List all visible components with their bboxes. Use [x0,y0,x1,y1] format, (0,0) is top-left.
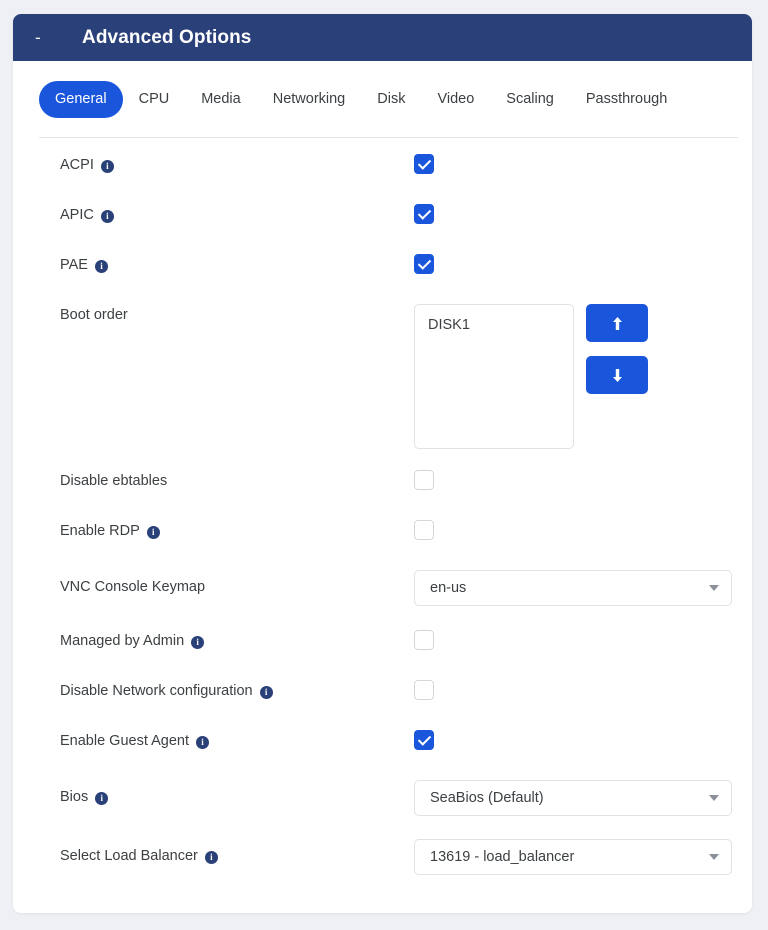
row-disable-ebtables: Disable ebtables [13,470,752,520]
chevron-down-icon [709,795,719,801]
row-disable-network-configuration: Disable Network configuration i [13,680,752,730]
tab-scaling[interactable]: Scaling [490,81,570,118]
enable-rdp-label-group: Enable RDP i [60,520,414,540]
tab-passthrough[interactable]: Passthrough [570,81,683,118]
advanced-options-card: - Advanced Options General CPU Media Net… [13,14,752,913]
card-header: - Advanced Options [13,14,752,61]
pae-label: PAE [60,257,88,273]
move-up-button[interactable] [586,304,648,342]
arrow-up-icon [612,316,622,330]
info-icon[interactable]: i [204,851,218,865]
info-icon[interactable]: i [100,160,114,174]
boot-order-field: DISK1 [414,304,752,449]
row-enable-guest-agent: Enable Guest Agent i [13,730,752,780]
acpi-label: ACPI [60,157,94,173]
boot-order-label: Boot order [60,307,128,323]
arrow-down-icon [612,368,622,382]
acpi-label-group: ACPI i [60,154,414,174]
info-icon[interactable]: i [259,686,273,700]
disable-network-configuration-field [414,680,752,700]
disable-ebtables-label: Disable ebtables [60,473,168,489]
pae-field [414,254,752,274]
row-acpi: ACPI i [13,154,752,204]
vnc-console-keymap-select[interactable]: en-us [414,570,732,606]
general-settings-form: ACPI i APIC i PAE i Boot order DISK1 Dis… [13,154,752,898]
enable-rdp-label: Enable RDP [60,523,140,539]
enable-guest-agent-checkbox[interactable] [414,730,434,750]
apic-checkbox[interactable] [414,204,434,224]
tab-video[interactable]: Video [421,81,490,118]
collapse-toggle-icon[interactable]: - [35,29,63,46]
boot-order-controls [586,304,648,394]
bios-label-group: Bios i [60,780,414,806]
select-load-balancer-label: Select Load Balancer [60,848,198,864]
info-icon[interactable]: i [191,636,205,650]
managed-by-admin-label: Managed by Admin [60,633,185,649]
bios-select[interactable]: SeaBios (Default) [414,780,732,816]
info-icon[interactable]: i [196,736,209,750]
bios-value: SeaBios (Default) [430,790,544,806]
enable-guest-agent-field [414,730,752,750]
tab-networking[interactable]: Networking [257,81,362,118]
disable-ebtables-field [414,470,752,490]
tabs-divider [39,137,738,138]
tab-disk[interactable]: Disk [361,81,421,118]
tabs-container: General CPU Media Networking Disk Video … [13,61,752,138]
page-title: Advanced Options [82,26,252,48]
row-managed-by-admin: Managed by Admin i [13,630,752,680]
row-boot-order: Boot order DISK1 [13,304,752,470]
apic-label: APIC [60,207,94,223]
tab-media[interactable]: Media [185,81,257,118]
vnc-console-keymap-field: en-us [414,570,752,606]
managed-by-admin-label-group: Managed by Admin i [60,630,414,650]
chevron-down-icon [709,854,719,860]
disable-network-configuration-checkbox[interactable] [414,680,434,700]
bios-label: Bios [60,789,89,805]
enable-rdp-field [414,520,752,540]
enable-rdp-checkbox[interactable] [414,520,434,540]
managed-by-admin-checkbox[interactable] [414,630,434,650]
row-vnc-console-keymap: VNC Console Keymap en-us [13,570,752,630]
vnc-console-keymap-label: VNC Console Keymap [60,579,206,595]
acpi-checkbox[interactable] [414,154,434,174]
acpi-field [414,154,752,174]
select-load-balancer-label-group: Select Load Balancer i [60,839,414,865]
row-select-load-balancer: Select Load Balancer i 13619 - load_bala… [13,839,752,898]
tab-general[interactable]: General [39,81,123,118]
info-icon[interactable]: i [95,792,109,806]
disable-network-configuration-label-group: Disable Network configuration i [60,680,414,700]
enable-guest-agent-label: Enable Guest Agent [60,733,189,749]
boot-order-listbox[interactable]: DISK1 [414,304,574,449]
select-load-balancer-select[interactable]: 13619 - load_balancer [414,839,732,875]
select-load-balancer-field: 13619 - load_balancer [414,839,752,875]
info-icon[interactable]: i [100,210,114,224]
list-item[interactable]: DISK1 [428,316,573,335]
enable-guest-agent-label-group: Enable Guest Agent i [60,730,414,750]
row-apic: APIC i [13,204,752,254]
pae-checkbox[interactable] [414,254,434,274]
bios-field: SeaBios (Default) [414,780,752,816]
select-load-balancer-value: 13619 - load_balancer [430,849,575,865]
pae-label-group: PAE i [60,254,414,274]
apic-field [414,204,752,224]
managed-by-admin-field [414,630,752,650]
chevron-down-icon [709,585,719,591]
info-icon[interactable]: i [146,526,160,540]
row-pae: PAE i [13,254,752,304]
info-icon[interactable]: i [94,260,108,274]
row-bios: Bios i SeaBios (Default) [13,780,752,839]
vnc-console-keymap-value: en-us [430,580,467,596]
disable-ebtables-checkbox[interactable] [414,470,434,490]
row-enable-rdp: Enable RDP i [13,520,752,570]
tab-list: General CPU Media Networking Disk Video … [39,79,752,120]
apic-label-group: APIC i [60,204,414,224]
disable-network-configuration-label: Disable Network configuration [60,683,253,699]
move-down-button[interactable] [586,356,648,394]
tab-cpu[interactable]: CPU [123,81,186,118]
